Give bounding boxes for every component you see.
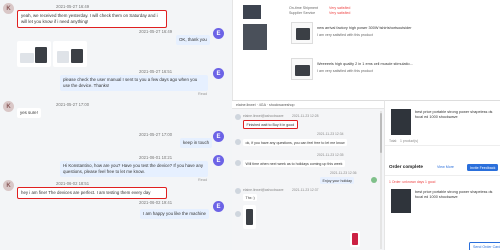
order-summary: 1 Order: unknown days 1 good — [389, 180, 436, 184]
product-thumbnail[interactable] — [291, 58, 313, 80]
review-text: I am very satisfied with this product — [317, 69, 373, 73]
message-bubble: keep in touch — [180, 138, 213, 148]
message-bubble: Finished wait to Buy it in good — [243, 120, 298, 129]
avatar — [235, 211, 241, 217]
message-bubble: Enjoy your holiday — [320, 177, 355, 184]
order-status: Order complete — [389, 164, 423, 169]
total-value: 1 product(s) — [400, 139, 419, 143]
total-label: Total: — [389, 139, 398, 143]
product-image — [243, 24, 267, 50]
review-text: I am very satisfied with this product — [317, 33, 373, 37]
image-thumbnail[interactable] — [350, 231, 360, 247]
image-thumbnail[interactable] — [53, 41, 87, 67]
device-image — [296, 28, 310, 40]
scrollbar-thumb[interactable] — [380, 113, 382, 153]
read-status: Read — [198, 178, 208, 182]
device-image — [71, 49, 83, 63]
message-time: 2021-05-27 16:49 — [139, 29, 173, 34]
avatar: K — [3, 101, 14, 112]
avatar: E — [213, 28, 224, 39]
message-time: 2021-06-01 10:21 — [139, 155, 173, 160]
image-thumbnail[interactable] — [243, 205, 256, 229]
message-time: 2021-11-23 12:35 — [317, 153, 344, 157]
avatar: E — [213, 131, 224, 142]
message-time: 2021-11-23 12:37 — [292, 188, 319, 192]
device-image — [57, 51, 69, 63]
message-bubble: Hi Konstantino, how are you? Have you te… — [60, 161, 208, 177]
product-title[interactable]: best price portable strong power shapele… — [415, 110, 495, 120]
product-image — [243, 5, 261, 19]
order-panel: best price portable strong power shapele… — [384, 100, 500, 250]
message-time: 2021-06-02 19:41 — [139, 200, 173, 205]
message-bubble: Will time when next week as to holidays … — [243, 160, 345, 167]
view-more-link[interactable]: View More — [437, 165, 454, 169]
avatar — [235, 188, 241, 194]
right-chat-panel: elaine.linwei · 4GA · shockwaveshop elai… — [232, 100, 384, 250]
supplier-label: Supplier Service — [289, 11, 316, 15]
review-title[interactable]: new arrival factory high power 300W tshi… — [317, 26, 412, 30]
chat-header: elaine.linwei · 4GA · shockwaveshop — [232, 101, 384, 109]
avatar: E — [213, 201, 224, 212]
sender-name: elaine.linwei@ashockwave — [243, 188, 284, 192]
avatar: K — [3, 180, 14, 191]
avatar — [235, 160, 241, 166]
message-bubble: Thx :) — [243, 194, 258, 201]
sender-name: elaine.linwei@ashockwave — [243, 114, 284, 118]
avatar — [371, 177, 377, 183]
avatar — [235, 114, 241, 120]
message-bubble: hey i am fine! The devices are perfect. … — [17, 187, 167, 199]
send-order-card-button[interactable]: Send Order Card — [469, 242, 500, 250]
message-time: 2021-05-27 16:49 — [56, 4, 90, 9]
avatar: E — [213, 155, 224, 166]
shipment-label: On-time Shipment — [289, 6, 318, 10]
device-image — [246, 209, 253, 225]
message-bubble: yes sure! — [17, 108, 41, 118]
divider — [385, 145, 500, 146]
device-image — [352, 233, 358, 245]
message-bubble: I am happy you like the machine — [140, 209, 209, 219]
avatar — [235, 139, 241, 145]
product-image[interactable] — [391, 189, 411, 213]
device-image — [20, 53, 34, 63]
review-title[interactable]: Weeeeels high quality 2 in 1 ems cell mu… — [317, 62, 413, 66]
avatar: K — [3, 3, 14, 14]
message-time: 2021-11-23 12:28 — [292, 114, 319, 118]
rating-badge: Very satisfied — [329, 11, 351, 15]
message-time: 2021-11-23 12:34 — [317, 132, 344, 136]
avatar: E — [213, 68, 224, 79]
message-time: 2021-05-27 17:00 — [139, 132, 173, 137]
message-bubble: OK, thank you — [176, 35, 210, 45]
device-image — [295, 65, 310, 76]
product-thumbnail[interactable] — [291, 22, 313, 44]
device-image — [35, 47, 47, 63]
message-time: 2021-06-02 18:51 — [56, 181, 90, 186]
left-chat-panel: K 2021-05-27 16:49 yeah, we received the… — [0, 0, 232, 250]
message-time: 2021-11-23 12:36 — [330, 171, 357, 175]
divider — [385, 175, 500, 176]
rating-badge: Very satisfied — [329, 6, 351, 10]
read-status: Read — [198, 92, 208, 96]
message-bubble: yeah, we received them yesterday. I will… — [17, 10, 167, 28]
message-bubble: please check the user manual I sent to y… — [60, 75, 208, 91]
review-panel: On-time Shipment Supplier Service Very s… — [232, 0, 500, 100]
message-time: 2021-05-27 16:51 — [139, 69, 173, 74]
message-time: 2021-05-27 17:00 — [56, 102, 90, 107]
product-image[interactable] — [391, 109, 411, 135]
message-bubble: ok, if you have any questions, you can f… — [243, 139, 348, 146]
invite-feedback-button[interactable]: Invite Feedback — [467, 164, 499, 171]
image-thumbnail[interactable] — [17, 41, 51, 67]
product-title[interactable]: best price portable strong power shapele… — [415, 190, 495, 200]
